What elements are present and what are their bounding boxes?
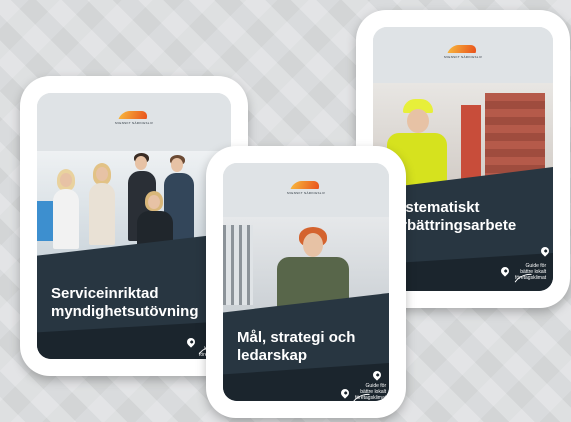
- guide-label: Guide för bättre lokalt företagsklimat: [515, 263, 547, 281]
- booklet-card-strategy[interactable]: SVENSKT NÄRINGSLIV Mål, strategi och led…: [206, 146, 406, 418]
- chimney-shape: [461, 105, 481, 185]
- brand-logo: SVENSKT NÄRINGSLIV: [286, 181, 326, 195]
- logo-swoosh-icon: [290, 181, 322, 189]
- logo-swoosh-icon: [447, 45, 479, 53]
- cover-top: SVENSKT NÄRINGSLIV: [373, 27, 553, 85]
- title-line: ledarskap: [237, 347, 308, 364]
- title-line: Mål, strategi och: [237, 329, 356, 346]
- booklet-title: Serviceinriktad myndighetsutövning: [51, 285, 199, 321]
- brand-logo: SVENSKT NÄRINGSLIV: [443, 45, 483, 59]
- booklet-title: Systematiskt förbättringsarbete: [387, 199, 516, 235]
- booklet-cover: SVENSKT NÄRINGSLIV Serviceinriktad myndi…: [37, 93, 231, 359]
- booklet-cover: SVENSKT NÄRINGSLIV Mål, strategi och led…: [223, 163, 389, 401]
- guide-label: Guide för bättre lokalt företagsklimat: [355, 383, 387, 401]
- window-shape: [223, 225, 253, 305]
- title-line: Systematiskt: [387, 199, 480, 216]
- booklet-title: Mål, strategi och ledarskap: [237, 329, 355, 365]
- logo-text: SVENSKT NÄRINGSLIV: [443, 55, 483, 59]
- logo-text: SVENSKT NÄRINGSLIV: [114, 121, 154, 125]
- logo-swoosh-icon: [118, 111, 150, 119]
- title-line: myndighetsutövning: [51, 303, 199, 320]
- chair-shape: [37, 201, 53, 241]
- title-line: förbättringsarbete: [387, 217, 517, 234]
- logo-text: SVENSKT NÄRINGSLIV: [286, 191, 326, 195]
- cover-top: SVENSKT NÄRINGSLIV: [37, 93, 231, 153]
- brand-logo: SVENSKT NÄRINGSLIV: [114, 111, 154, 125]
- cover-top: SVENSKT NÄRINGSLIV: [223, 163, 389, 219]
- title-line: Serviceinriktad: [51, 285, 159, 302]
